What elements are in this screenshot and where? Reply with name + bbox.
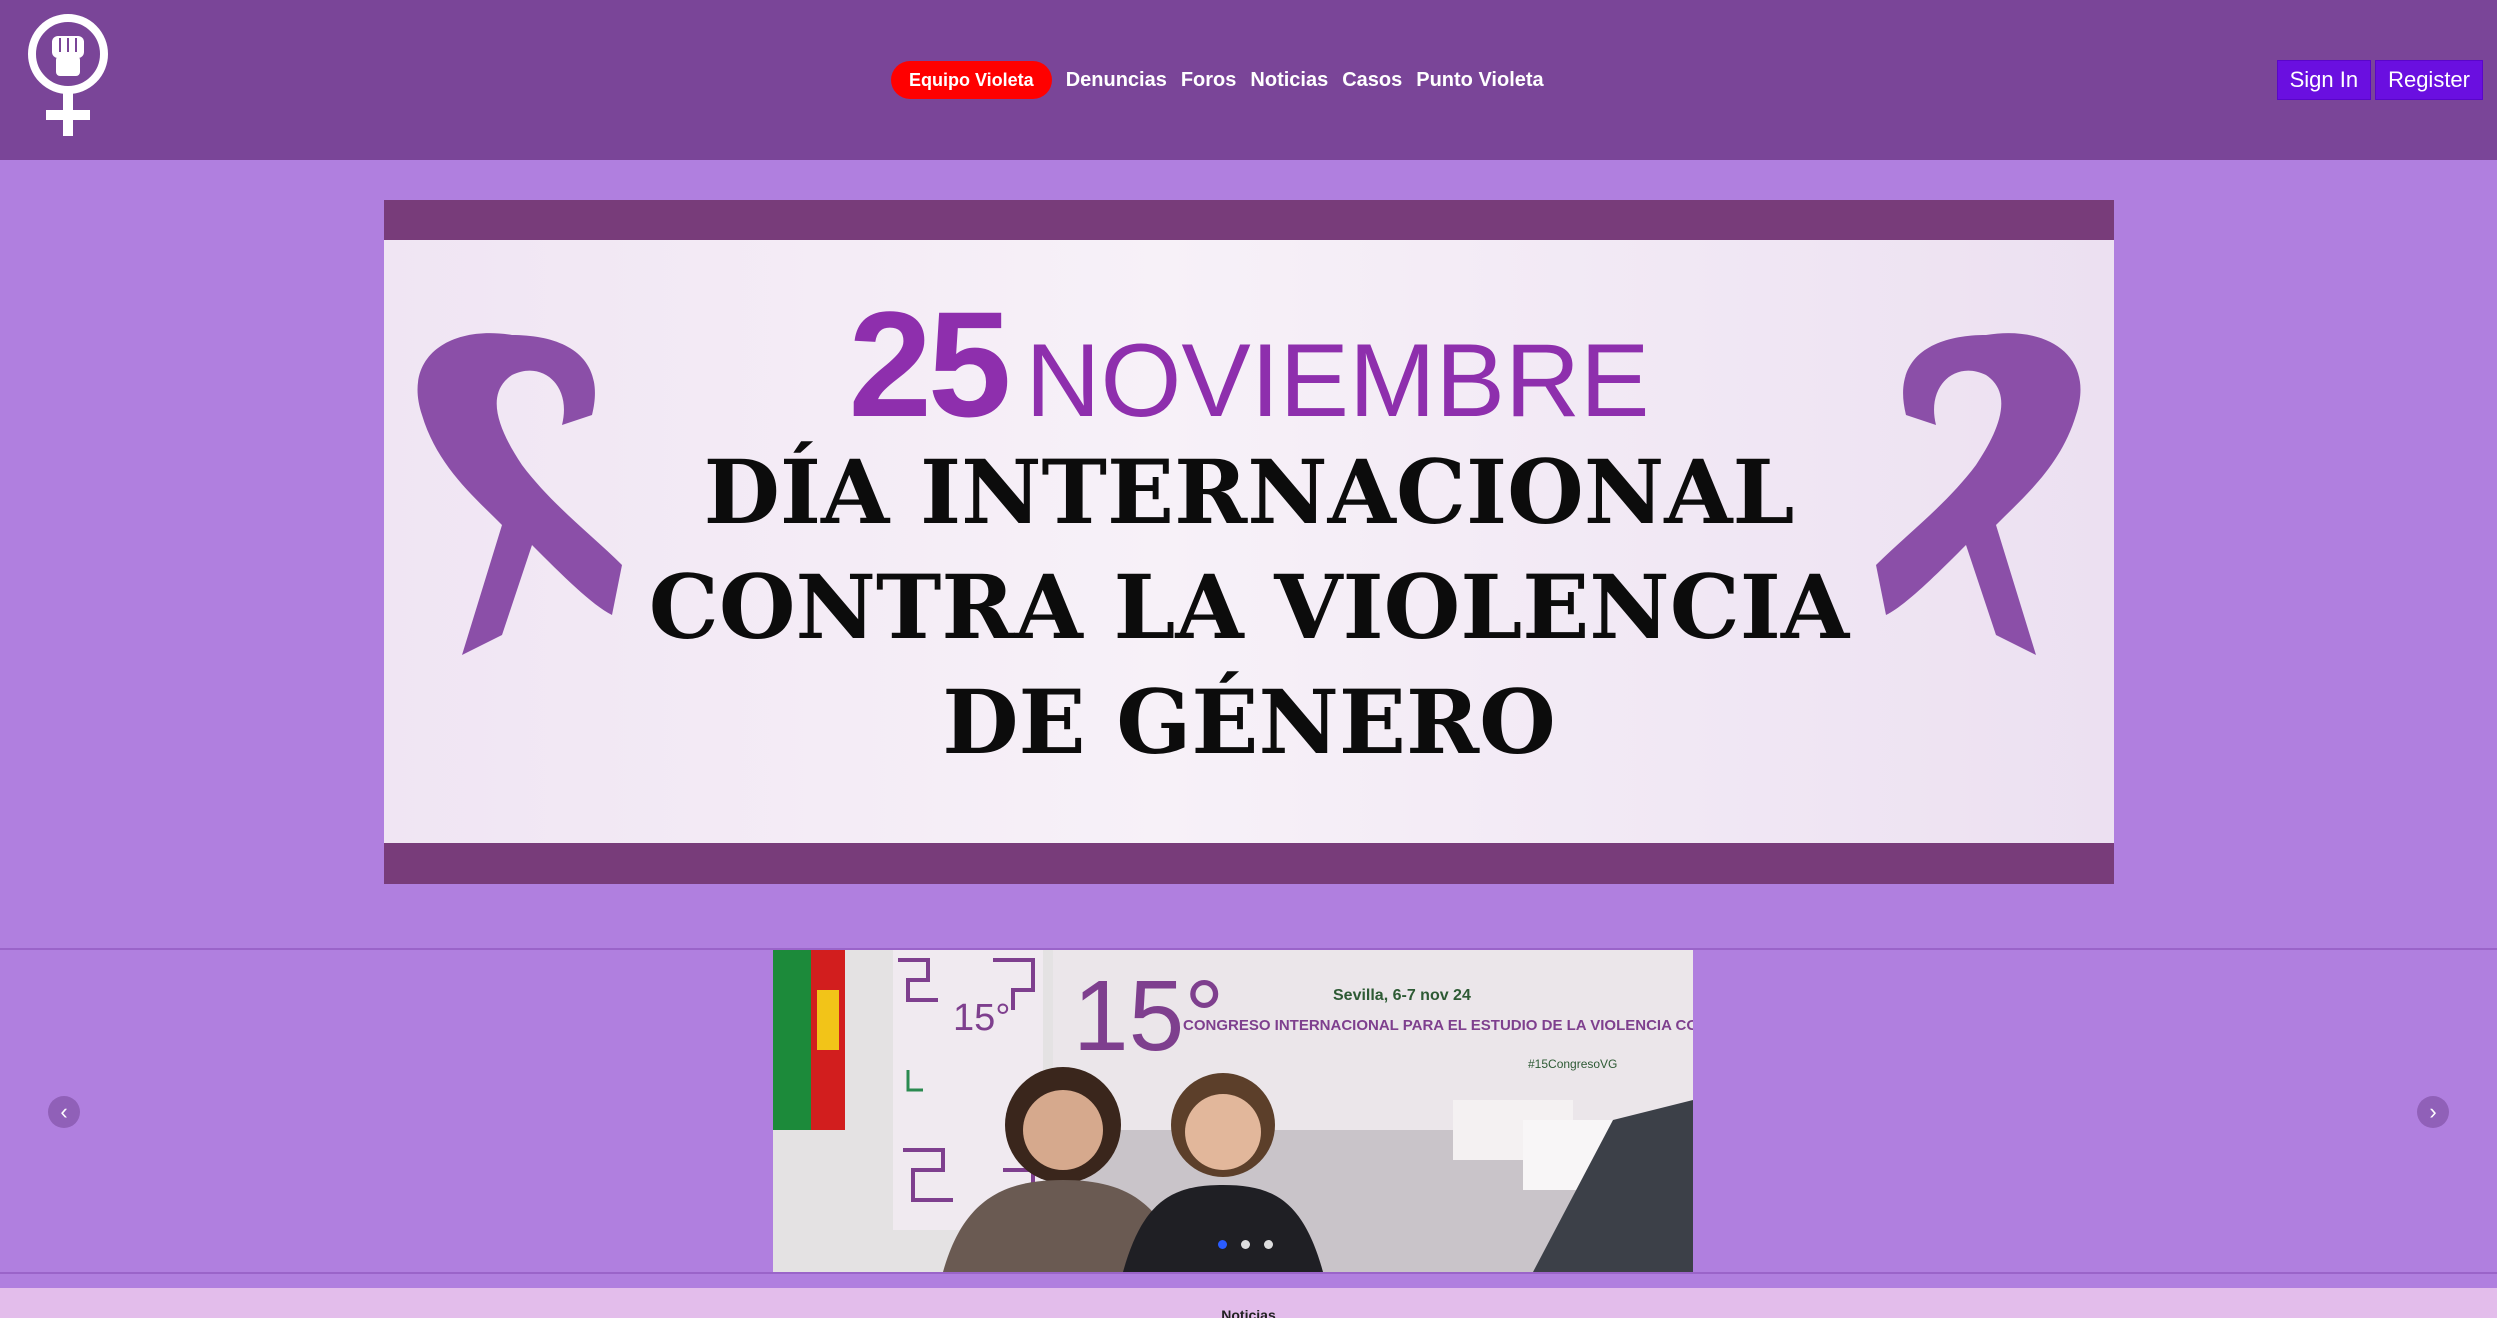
- news-section-title: Noticias: [1221, 1307, 1276, 1318]
- female-fist-symbol-icon[interactable]: [26, 12, 110, 138]
- carousel-dot-1[interactable]: [1218, 1240, 1227, 1249]
- banner-content: 25 NOVIEMBRE DÍA INTERNACIONAL CONTRA LA …: [384, 240, 2114, 843]
- carousel-next-button[interactable]: ›: [2417, 1096, 2449, 1128]
- news-section-bar: Noticias: [0, 1288, 2497, 1318]
- carousel-slide[interactable]: 15° 15° Sevilla, 6-7 nov 24 CONGRESO INT…: [773, 950, 1693, 1272]
- congress-number-text: 15°: [1073, 960, 1224, 1072]
- banner-line-2: CONTRA LA VIOLENCIA: [648, 555, 1850, 659]
- congress-photo: 15° 15° Sevilla, 6-7 nov 24 CONGRESO INT…: [773, 950, 1693, 1272]
- congress-title-text: CONGRESO INTERNACIONAL PARA EL ESTUDIO D…: [1183, 1017, 1693, 1034]
- auth-buttons: Sign In Register: [2276, 60, 2483, 100]
- banner-line-1: DÍA INTERNACIONAL: [703, 440, 1795, 544]
- site-header: Equipo Violeta Denuncias Foros Noticias …: [0, 0, 2497, 160]
- nav-foros[interactable]: Foros: [1181, 69, 1237, 92]
- nav-noticias[interactable]: Noticias: [1250, 69, 1328, 92]
- carousel-indicators: [1218, 1240, 1273, 1249]
- banner-date: 25 NOVIEMBRE: [384, 278, 2114, 451]
- sign-in-button[interactable]: Sign In: [2276, 60, 2372, 100]
- banner-day: 25: [848, 280, 1012, 448]
- panel-number-text: 15°: [953, 997, 1010, 1039]
- banner-month: NOVIEMBRE: [1025, 323, 1650, 439]
- congress-date-text: Sevilla, 6-7 nov 24: [1333, 987, 1471, 1004]
- nav-punto-violeta[interactable]: Punto Violeta: [1416, 69, 1543, 92]
- nav-denuncias[interactable]: Denuncias: [1066, 69, 1167, 92]
- congress-hashtag-text: #15CongresoVG: [1528, 1057, 1617, 1071]
- carousel-dot-2[interactable]: [1241, 1240, 1250, 1249]
- news-carousel: 15° 15° Sevilla, 6-7 nov 24 CONGRESO INT…: [0, 948, 2497, 1274]
- carousel-prev-button[interactable]: ‹: [48, 1096, 80, 1128]
- nav-equipo-violeta[interactable]: Equipo Violeta: [891, 61, 1052, 99]
- hero-banner: 25 NOVIEMBRE DÍA INTERNACIONAL CONTRA LA …: [384, 200, 2114, 884]
- main-nav: Equipo Violeta Denuncias Foros Noticias …: [891, 60, 1544, 100]
- carousel-dot-3[interactable]: [1264, 1240, 1273, 1249]
- nav-casos[interactable]: Casos: [1342, 69, 1402, 92]
- register-button[interactable]: Register: [2375, 60, 2483, 100]
- banner-line-3: DE GÉNERO: [942, 670, 1556, 774]
